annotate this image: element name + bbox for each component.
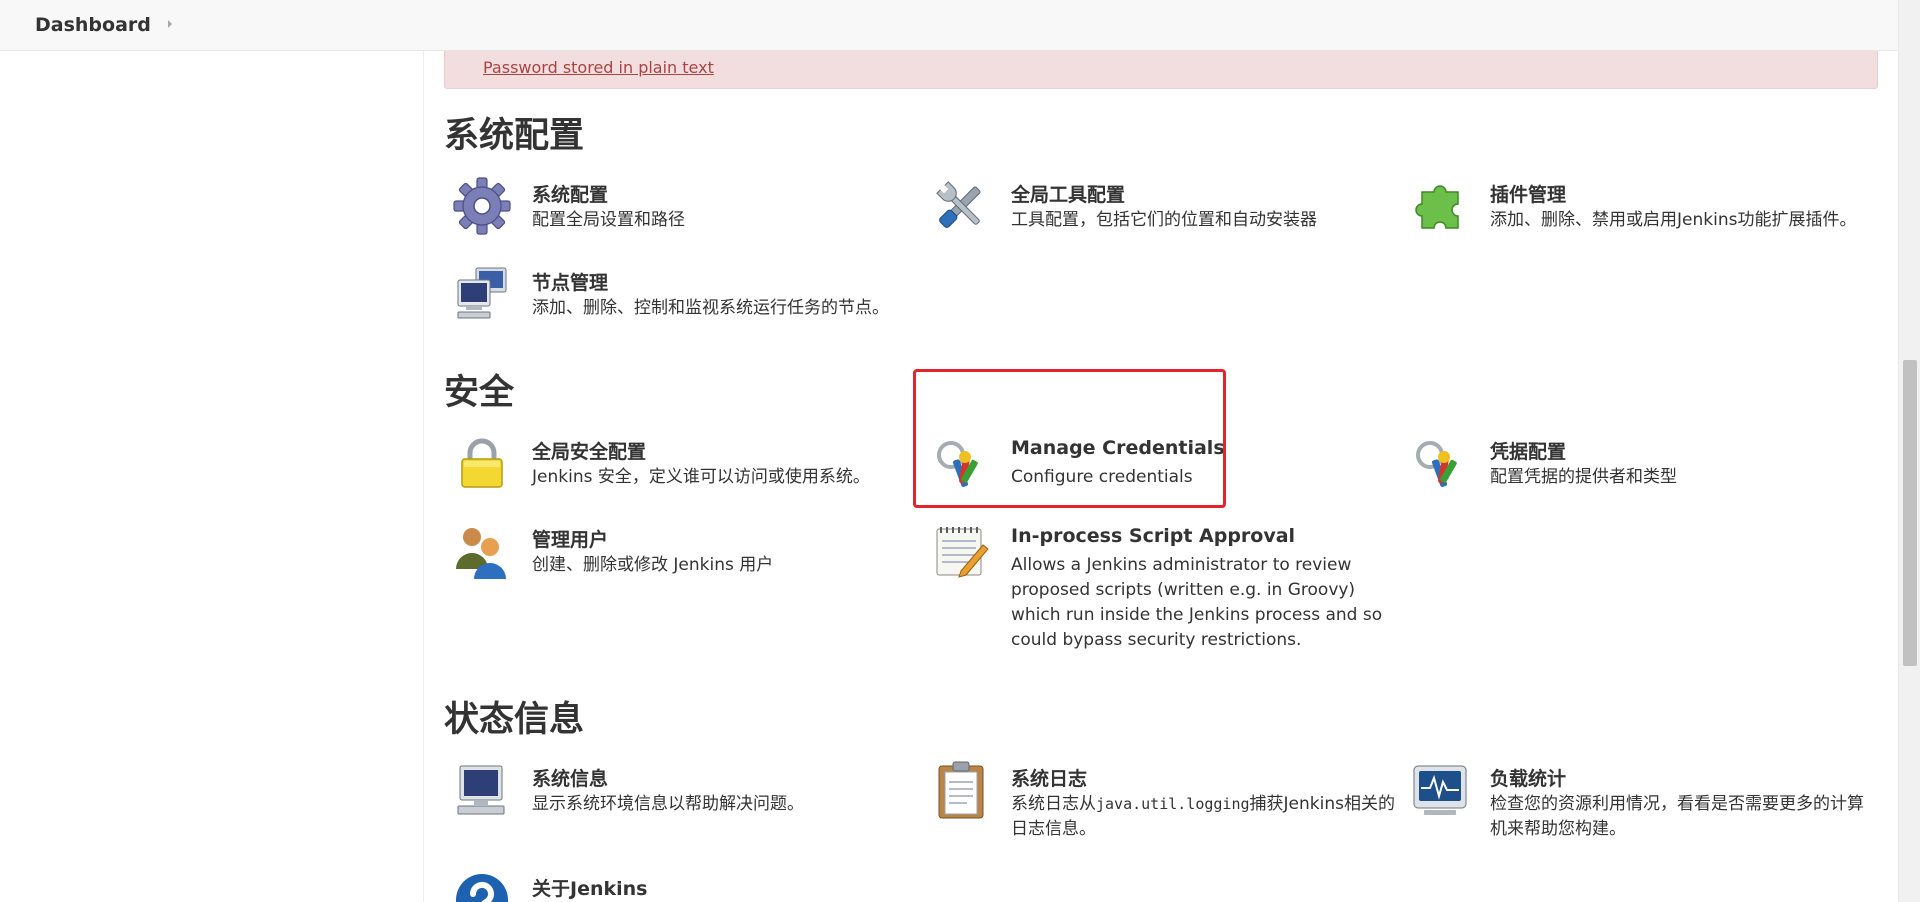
desc-text: 系统日志从: [1011, 794, 1096, 814]
item-title[interactable]: 系统信息: [532, 764, 608, 791]
item-title[interactable]: Manage Credentials: [1011, 437, 1225, 459]
item-description: 检查您的资源利用情况，看看是否需要更多的计算机来帮助您构建。: [1490, 794, 1864, 839]
item-title[interactable]: 系统日志: [1011, 764, 1087, 791]
gear-icon: [452, 176, 512, 236]
lock-icon: [452, 433, 512, 493]
desc-code: java.util.logging: [1096, 795, 1250, 813]
scrollbar-thumb[interactable]: [1903, 360, 1917, 666]
item-title[interactable]: 节点管理: [532, 268, 608, 295]
item-description: Configure credentials: [1011, 467, 1193, 487]
puzzle-icon: [1410, 176, 1470, 236]
computers-icon: [452, 264, 512, 324]
item-description: Jenkins 安全，定义谁可以访问或使用系统。: [532, 467, 870, 487]
item-description: 显示系统环境信息以帮助解决问题。: [532, 794, 804, 814]
item-title[interactable]: 系统配置: [532, 180, 608, 207]
clipboard-icon: [931, 760, 991, 820]
item-description: 系统日志从java.util.logging捕获Jenkins相关的日志信息。: [1011, 792, 1401, 842]
item-title[interactable]: 管理用户: [532, 525, 608, 552]
keys-icon: [931, 433, 991, 493]
breadcrumb: Dashboard: [0, 0, 1920, 51]
password-plain-text-link[interactable]: Password stored in plain text: [483, 58, 714, 77]
item-title[interactable]: 关于Jenkins: [532, 874, 647, 901]
section-title-security: 安全: [444, 373, 515, 413]
item-description: Allows a Jenkins administrator to review…: [1011, 555, 1383, 650]
breadcrumb-dashboard-link[interactable]: Dashboard: [35, 14, 151, 36]
item-title[interactable]: 全局工具配置: [1011, 180, 1125, 207]
keys-icon: [1410, 433, 1470, 493]
item-title[interactable]: 凭据配置: [1490, 437, 1566, 464]
notepad-icon: [931, 521, 991, 581]
vertical-scrollbar[interactable]: [1898, 0, 1920, 902]
section-title-status: 状态信息: [444, 700, 585, 740]
item-title[interactable]: 插件管理: [1490, 180, 1566, 207]
item-title[interactable]: 负载统计: [1490, 764, 1566, 791]
tools-icon: [931, 176, 991, 236]
security-alert: Password stored in plain text: [444, 51, 1878, 89]
item-description: 创建、删除或修改 Jenkins 用户: [532, 555, 774, 575]
item-description: 配置全局设置和路径: [532, 210, 685, 230]
users-icon: [452, 521, 512, 581]
monitor-icon: [1410, 760, 1470, 820]
item-description: 添加、删除、控制和监视系统运行任务的节点。: [532, 298, 889, 318]
chevron-right-icon[interactable]: [164, 18, 176, 30]
item-title[interactable]: In-process Script Approval: [1011, 525, 1295, 547]
item-title[interactable]: 全局安全配置: [532, 437, 646, 464]
item-description: 添加、删除、禁用或启用Jenkins功能扩展插件。: [1490, 210, 1857, 230]
section-title-system-config: 系统配置: [444, 116, 585, 156]
side-panel: [0, 51, 424, 902]
item-description: 配置凭据的提供者和类型: [1490, 467, 1677, 487]
manage-jenkins-main: Password stored in plain text 系统配置 系统配置 …: [444, 51, 1880, 902]
help-icon: [452, 870, 512, 902]
computer-icon: [452, 760, 512, 820]
item-description: 工具配置，包括它们的位置和自动安装器: [1011, 210, 1317, 230]
